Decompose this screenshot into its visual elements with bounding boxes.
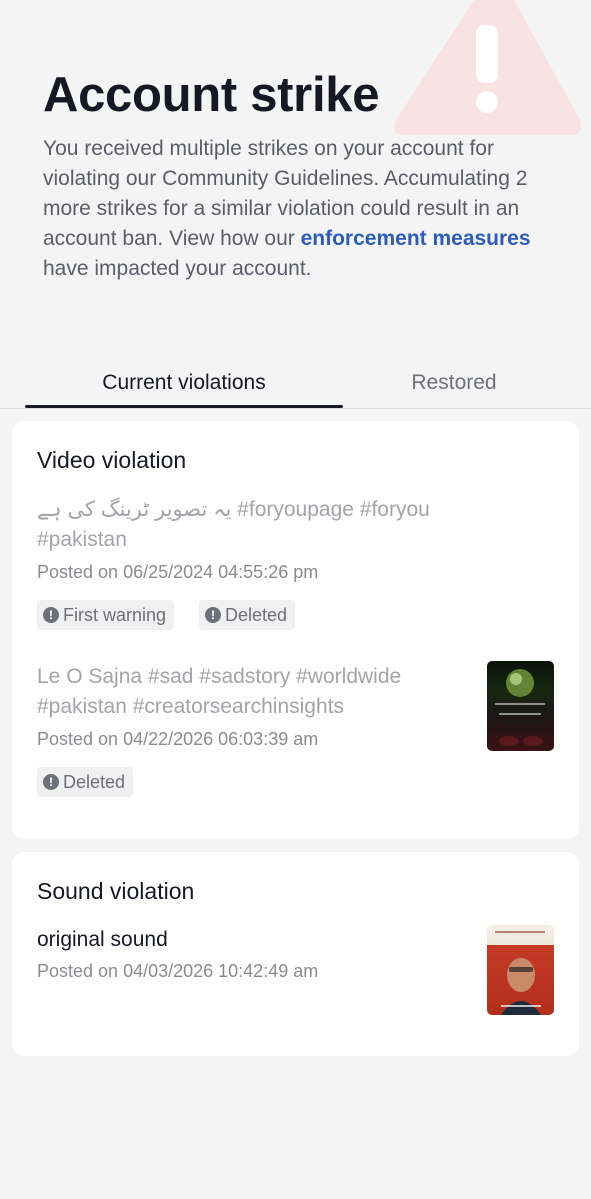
- description-text-end: have impacted your account.: [43, 257, 312, 280]
- sound-name[interactable]: original sound: [37, 925, 467, 955]
- video-violation-title: Video violation: [37, 447, 187, 473]
- badge-label: First warning: [63, 604, 167, 625]
- exclamation-icon: !: [43, 774, 59, 790]
- violation-caption[interactable]: Le O Sajna #sad #sadstory #worldwide #pa…: [37, 662, 467, 722]
- badge-label: Deleted: [63, 771, 126, 792]
- violation-posted-date: Posted on 06/25/2024 04:55:26 pm: [37, 562, 319, 582]
- sound-violation-card: Sound violation original sound Posted on…: [12, 852, 579, 1056]
- sound-violation-title: Sound violation: [37, 878, 195, 904]
- tab-restored[interactable]: Restored: [343, 356, 565, 409]
- page-title: Account strike: [43, 68, 380, 122]
- video-thumbnail[interactable]: [487, 661, 554, 751]
- badge-label: Deleted: [225, 604, 288, 625]
- status-badge: ! Deleted: [199, 600, 296, 630]
- video-violation-card: Video violation یہ تصویر ٹرینگ کی ہے #fo…: [12, 421, 579, 839]
- exclamation-icon: !: [43, 607, 59, 623]
- tab-current-violations[interactable]: Current violations: [25, 356, 343, 409]
- status-badge: ! Deleted: [37, 767, 134, 797]
- sound-thumbnail[interactable]: [487, 925, 554, 1015]
- page-description: You received multiple strikes on your ac…: [43, 134, 543, 284]
- status-badge: ! First warning: [37, 600, 175, 630]
- header: Account strike You received multiple str…: [43, 66, 543, 284]
- violation-caption[interactable]: یہ تصویر ٹرینگ کی ہے #foryoupage #foryou…: [37, 495, 477, 555]
- violation-tabs: Current violations Restored: [0, 356, 591, 409]
- active-tab-indicator: [25, 405, 343, 408]
- violation-posted-date: Posted on 04/22/2026 06:03:39 am: [37, 729, 319, 749]
- enforcement-measures-link[interactable]: enforcement measures: [301, 227, 531, 250]
- exclamation-icon: !: [205, 607, 221, 623]
- violation-posted-date: Posted on 04/03/2026 10:42:49 am: [37, 961, 319, 981]
